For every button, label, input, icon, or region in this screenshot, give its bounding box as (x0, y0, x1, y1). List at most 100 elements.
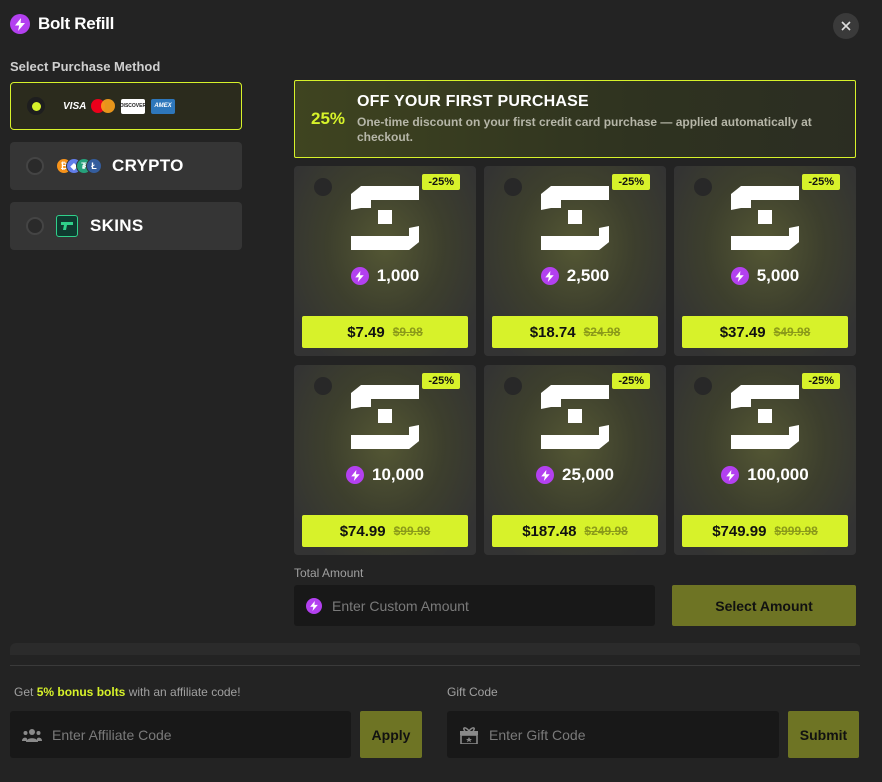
bolt-amount-row: 100,000 (674, 465, 856, 485)
amex-icon: AMEX (151, 98, 175, 114)
price-button[interactable]: $18.74 $24.98 (492, 316, 658, 348)
package-radio[interactable] (314, 377, 332, 395)
promo-title: OFF YOUR FIRST PURCHASE (357, 93, 589, 110)
brand-logo-icon (351, 385, 419, 449)
price-button[interactable]: $74.99 $99.98 (302, 515, 468, 547)
bolt-amount-row: 2,500 (484, 266, 666, 286)
old-price: $99.98 (393, 524, 431, 538)
users-icon (22, 728, 42, 742)
old-price: $24.98 (583, 325, 621, 339)
price-button[interactable]: $187.48 $249.98 (492, 515, 658, 547)
bolt-icon (350, 267, 369, 285)
bolt-amount: 10,000 (372, 465, 424, 484)
bolt-icon (306, 597, 322, 614)
bolt-amount: 1,000 (376, 266, 420, 285)
bolt-icon (536, 466, 554, 484)
mastercard-icon (91, 99, 115, 113)
brand-logo-icon (541, 186, 609, 250)
old-price: $49.98 (773, 325, 811, 339)
close-icon (841, 21, 851, 31)
brand-logo-icon (541, 385, 609, 449)
visa-icon: VISA (63, 100, 87, 112)
method-skins-radio[interactable] (26, 217, 44, 235)
bolt-icon (10, 14, 30, 34)
gift-icon (460, 726, 478, 744)
submit-button[interactable]: Submit (788, 711, 859, 758)
old-price: $249.98 (584, 524, 628, 538)
bolt-package-card[interactable]: -25% 2,500 $18.74 $24.98 (484, 166, 666, 356)
bolt-package-card[interactable]: -25% 100,000 $749.99 $999.98 (674, 365, 856, 555)
apply-button[interactable]: Apply (360, 711, 422, 758)
pistol-icon (56, 215, 78, 237)
old-price: $999.98 (774, 524, 818, 538)
bolt-amount: 100,000 (747, 465, 809, 484)
crypto-coins-icon: ₿ ◆ ₮ Ł (56, 158, 102, 174)
bolt-package-card[interactable]: -25% 5,000 $37.49 $49.98 (674, 166, 856, 356)
affiliate-code-input[interactable] (52, 726, 302, 743)
discount-badge: -25% (422, 373, 460, 389)
modal-header: Bolt Refill (10, 14, 114, 34)
bolt-icon (721, 466, 740, 484)
package-radio[interactable] (314, 178, 332, 196)
affiliate-code-field[interactable] (10, 711, 351, 758)
package-radio[interactable] (504, 178, 522, 196)
affiliate-bonus-highlight: 5% bonus bolts (36, 685, 126, 699)
method-skins[interactable]: SKINS (10, 202, 242, 250)
litecoin-icon: Ł (86, 158, 102, 174)
gift-code-label: Gift Code (447, 685, 498, 699)
bolt-icon (346, 466, 364, 484)
affiliate-label-suffix: with an affiliate code! (125, 685, 241, 699)
package-radio[interactable] (694, 178, 712, 196)
price-button[interactable]: $7.49 $9.98 (302, 316, 468, 348)
method-crypto[interactable]: ₿ ◆ ₮ Ł CRYPTO (10, 142, 242, 190)
affiliate-label-prefix: Get (14, 685, 37, 699)
affiliate-label: Get 5% bonus bolts with an affiliate cod… (14, 685, 241, 699)
bolt-icon (730, 267, 749, 285)
method-card-radio[interactable] (27, 97, 45, 115)
purchase-method-label: Select Purchase Method (10, 59, 161, 74)
discount-badge: -25% (612, 373, 650, 389)
bolt-amount: 5,000 (756, 266, 800, 285)
promo-description: One-time discount on your first credit c… (357, 115, 812, 144)
price: $187.48 (522, 522, 577, 540)
method-skins-label: SKINS (90, 216, 144, 235)
price: $749.99 (712, 522, 767, 540)
total-amount-label: Total Amount (294, 566, 364, 580)
scroll-region (10, 643, 860, 655)
discover-icon: DISCOVER (120, 98, 146, 114)
modal-title: Bolt Refill (38, 14, 115, 33)
package-radio[interactable] (694, 377, 712, 395)
bolt-package-card[interactable]: -25% 1,000 $7.49 $9.98 (294, 166, 476, 356)
price: $37.49 (719, 323, 766, 341)
brand-logo-icon (731, 385, 799, 449)
bolt-amount: 25,000 (562, 465, 614, 484)
discount-badge: -25% (612, 174, 650, 190)
bolt-icon (540, 267, 559, 285)
select-amount-button[interactable]: Select Amount (672, 585, 856, 626)
price: $7.49 (347, 323, 385, 341)
close-button[interactable] (833, 13, 859, 39)
package-radio[interactable] (504, 377, 522, 395)
discount-badge: -25% (802, 174, 840, 190)
discount-badge: -25% (422, 174, 460, 190)
method-crypto-radio[interactable] (26, 157, 44, 175)
gift-code-field[interactable] (447, 711, 779, 758)
method-crypto-label: CRYPTO (112, 156, 184, 175)
price-button[interactable]: $749.99 $999.98 (682, 515, 848, 547)
divider (10, 665, 860, 666)
bolt-package-card[interactable]: -25% 25,000 $187.48 $249.98 (484, 365, 666, 555)
price-button[interactable]: $37.49 $49.98 (682, 316, 848, 348)
bolt-amount: 2,500 (566, 266, 610, 285)
bolt-amount-row: 10,000 (294, 465, 476, 485)
method-card[interactable]: VISA DISCOVER AMEX (10, 82, 242, 130)
custom-amount-input[interactable] (332, 597, 612, 614)
promo-banner: 25% OFF YOUR FIRST PURCHASE One-time dis… (294, 80, 856, 158)
brand-logo-icon (351, 186, 419, 250)
gift-code-input[interactable] (489, 726, 739, 743)
bolt-amount-row: 25,000 (484, 465, 666, 485)
bolt-package-card[interactable]: -25% 10,000 $74.99 $99.98 (294, 365, 476, 555)
custom-amount-field[interactable] (294, 585, 655, 626)
price: $74.99 (339, 522, 386, 540)
brand-logo-icon (731, 186, 799, 250)
bolt-amount-row: 1,000 (294, 266, 476, 286)
